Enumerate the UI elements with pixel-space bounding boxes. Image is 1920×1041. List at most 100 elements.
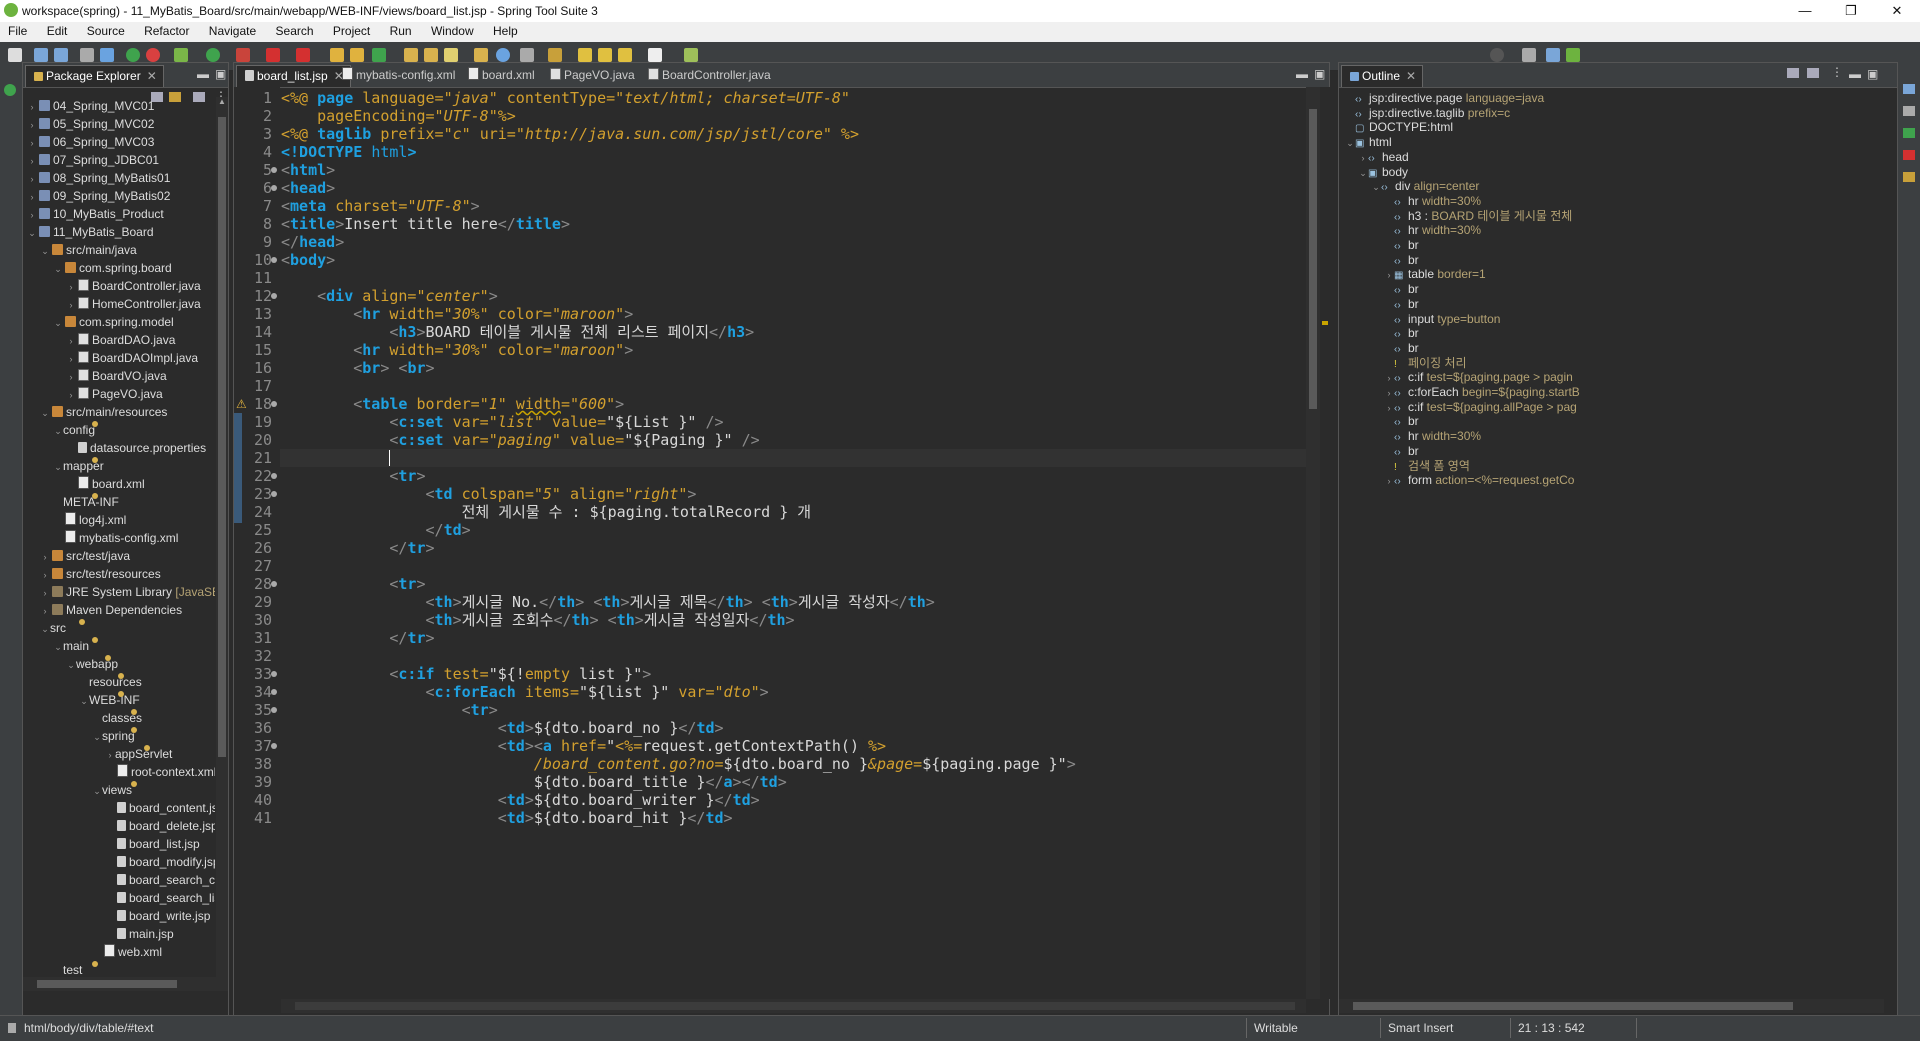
collapsed-chevron-icon[interactable]: ›	[40, 602, 50, 620]
run-external-icon[interactable]	[236, 48, 250, 62]
expanded-chevron-icon[interactable]: ⌄	[79, 692, 89, 710]
package-explorer-hscrollbar[interactable]	[23, 977, 228, 991]
tree-item[interactable]: › JRE System Library [JavaSE-1.6]	[40, 583, 216, 601]
fold-toggle-icon[interactable]	[271, 671, 277, 677]
stop-server-icon[interactable]	[146, 48, 160, 62]
stop-icon[interactable]	[266, 48, 280, 62]
save-icon[interactable]	[34, 48, 48, 62]
collapsed-chevron-icon[interactable]: ›	[105, 746, 115, 764]
maximize-view-icon[interactable]: ▣	[1867, 67, 1878, 81]
tree-item[interactable]: › BoardDAO.java	[66, 331, 175, 349]
tree-item[interactable]: › 05_Spring_MVC02	[27, 115, 155, 133]
spring-boot-icon[interactable]	[126, 48, 140, 62]
tree-item[interactable]: ⌄ webapp	[66, 655, 118, 673]
tree-item[interactable]: board_search_list.js...	[105, 889, 215, 907]
editor-hscroll-thumb[interactable]	[295, 1002, 1295, 1010]
fold-toggle-icon[interactable]	[271, 707, 277, 713]
debug-icon[interactable]	[174, 48, 188, 62]
collapsed-chevron-icon[interactable]: ›	[66, 296, 76, 314]
code-line[interactable]: pageEncoding="UTF-8"%>	[281, 107, 516, 125]
expanded-chevron-icon[interactable]: ⌄	[53, 458, 63, 476]
collapsed-chevron-icon[interactable]: ›	[66, 386, 76, 404]
tree-item[interactable]: › BoardDAOImpl.java	[66, 349, 198, 367]
back-icon[interactable]	[618, 48, 632, 62]
outline-item[interactable]: › ‹› form action=<%=request.getCo	[1384, 471, 1575, 489]
collapsed-chevron-icon[interactable]: ›	[40, 566, 50, 584]
expanded-chevron-icon[interactable]: ⌄	[27, 224, 37, 242]
code-line[interactable]: <!DOCTYPE html>	[281, 143, 416, 161]
tab-board-xml[interactable]: board.xml	[460, 65, 541, 86]
tree-item[interactable]: ⌄ main	[53, 637, 98, 655]
tree-item[interactable]: ⌄ mapper	[53, 457, 104, 475]
code-line[interactable]: <c:set var="paging" value="${Paging }" /…	[281, 431, 759, 449]
tree-item[interactable]: › HomeController.java	[66, 295, 201, 313]
code-line[interactable]: </tr>	[281, 629, 434, 647]
code-line[interactable]: <hr width="30%" color="maroon">	[281, 341, 633, 359]
problems-icon[interactable]	[1903, 150, 1915, 160]
collapsed-chevron-icon[interactable]: ›	[66, 332, 76, 350]
code-line[interactable]: <title>Insert title here</title>	[281, 215, 570, 233]
tree-item[interactable]: › 10_MyBatis_Product	[27, 205, 164, 223]
open-perspective-icon[interactable]	[1522, 48, 1536, 62]
close-icon[interactable]: ✕	[1406, 69, 1416, 83]
package-explorer-vscrollbar[interactable]: ▲	[216, 97, 228, 977]
tree-item[interactable]: ⌄ src/main/resources	[40, 403, 167, 421]
tree-item[interactable]: main.jsp	[105, 925, 174, 943]
menu-edit[interactable]: Edit	[39, 22, 76, 38]
collapsed-chevron-icon[interactable]: ›	[27, 152, 37, 170]
tree-item[interactable]: › Maven Dependencies	[40, 601, 183, 620]
menu-run[interactable]: Run	[382, 22, 420, 38]
menu-window[interactable]: Window	[423, 22, 482, 38]
tree-item[interactable]: › src/test/resources	[40, 565, 161, 583]
code-line[interactable]: 전체 게시물 수 : ${paging.totalRecord } 개	[281, 503, 811, 521]
tree-item[interactable]: ⌄ WEB-INF	[79, 691, 140, 709]
code-line[interactable]: <table border="1" width="600">	[281, 395, 624, 413]
properties-icon[interactable]	[1903, 172, 1915, 182]
code-line[interactable]: <div align="center">	[281, 287, 498, 305]
tree-item[interactable]: ⌄ src	[40, 619, 85, 637]
fold-toggle-icon[interactable]	[271, 401, 277, 407]
expanded-chevron-icon[interactable]: ⌄	[66, 656, 76, 674]
annotation-icon[interactable]	[520, 48, 534, 62]
collapsed-chevron-icon[interactable]: ›	[66, 350, 76, 368]
tree-item[interactable]: board_search_cont...	[105, 871, 215, 889]
new-class-icon[interactable]	[372, 48, 386, 62]
warning-marker[interactable]	[1322, 321, 1328, 325]
open-folder-icon[interactable]	[424, 48, 438, 62]
collapsed-chevron-icon[interactable]: ›	[27, 134, 37, 152]
scroll-up-icon[interactable]: ▲	[218, 97, 226, 106]
warning-icon[interactable]: ⚠	[236, 397, 247, 411]
tree-item[interactable]: ⌄ com.spring.board	[53, 259, 172, 277]
maximize-view-icon[interactable]: ▣	[215, 67, 226, 81]
tree-item[interactable]: board_modify.jsp	[105, 853, 215, 871]
collapsed-chevron-icon[interactable]: ›	[27, 206, 37, 224]
menu-search[interactable]: Search	[268, 22, 322, 38]
last-edit-icon[interactable]	[578, 48, 592, 62]
tree-item[interactable]: ⌄ 11_MyBatis_Board	[27, 223, 153, 242]
tab-mybatis-config-xml[interactable]: mybatis-config.xml	[334, 65, 461, 86]
tree-item[interactable]: › PageVO.java	[66, 385, 163, 403]
forward-icon[interactable]	[648, 48, 662, 62]
editor-scroll-thumb[interactable]	[1309, 109, 1317, 409]
forward-edit-icon[interactable]	[598, 48, 612, 62]
java-ee-perspective-icon[interactable]	[1546, 48, 1560, 62]
code-area[interactable]: 1 <%@ page language="java" contentType="t…	[234, 89, 1314, 999]
expanded-chevron-icon[interactable]: ⌄	[53, 422, 63, 440]
expanded-chevron-icon[interactable]: ⌄	[1371, 178, 1381, 196]
close-window-button[interactable]: ✕	[1874, 0, 1920, 22]
close-icon[interactable]: ✕	[147, 69, 157, 83]
tree-item[interactable]: mybatis-config.xml	[53, 529, 178, 547]
code-line[interactable]: <hr width="30%" color="maroon">	[281, 305, 633, 323]
tree-item[interactable]: ⌄ config	[53, 421, 98, 440]
pen-icon[interactable]	[444, 48, 458, 62]
code-line[interactable]: <body>	[281, 251, 335, 269]
tree-item[interactable]: log4j.xml	[53, 511, 126, 529]
open-type-icon[interactable]	[404, 48, 418, 62]
tree-item[interactable]: root-context.xml	[105, 763, 215, 781]
tree-item[interactable]: › 07_Spring_JDBC01	[27, 151, 160, 170]
tree-item[interactable]: datasource.properties	[66, 439, 206, 457]
code-line[interactable]: <td><a href="<%=request.getContextPath()…	[281, 737, 886, 755]
tree-item[interactable]: resources	[79, 673, 142, 691]
save-all-icon[interactable]	[54, 48, 68, 62]
spring-perspective-icon[interactable]	[1566, 48, 1580, 62]
